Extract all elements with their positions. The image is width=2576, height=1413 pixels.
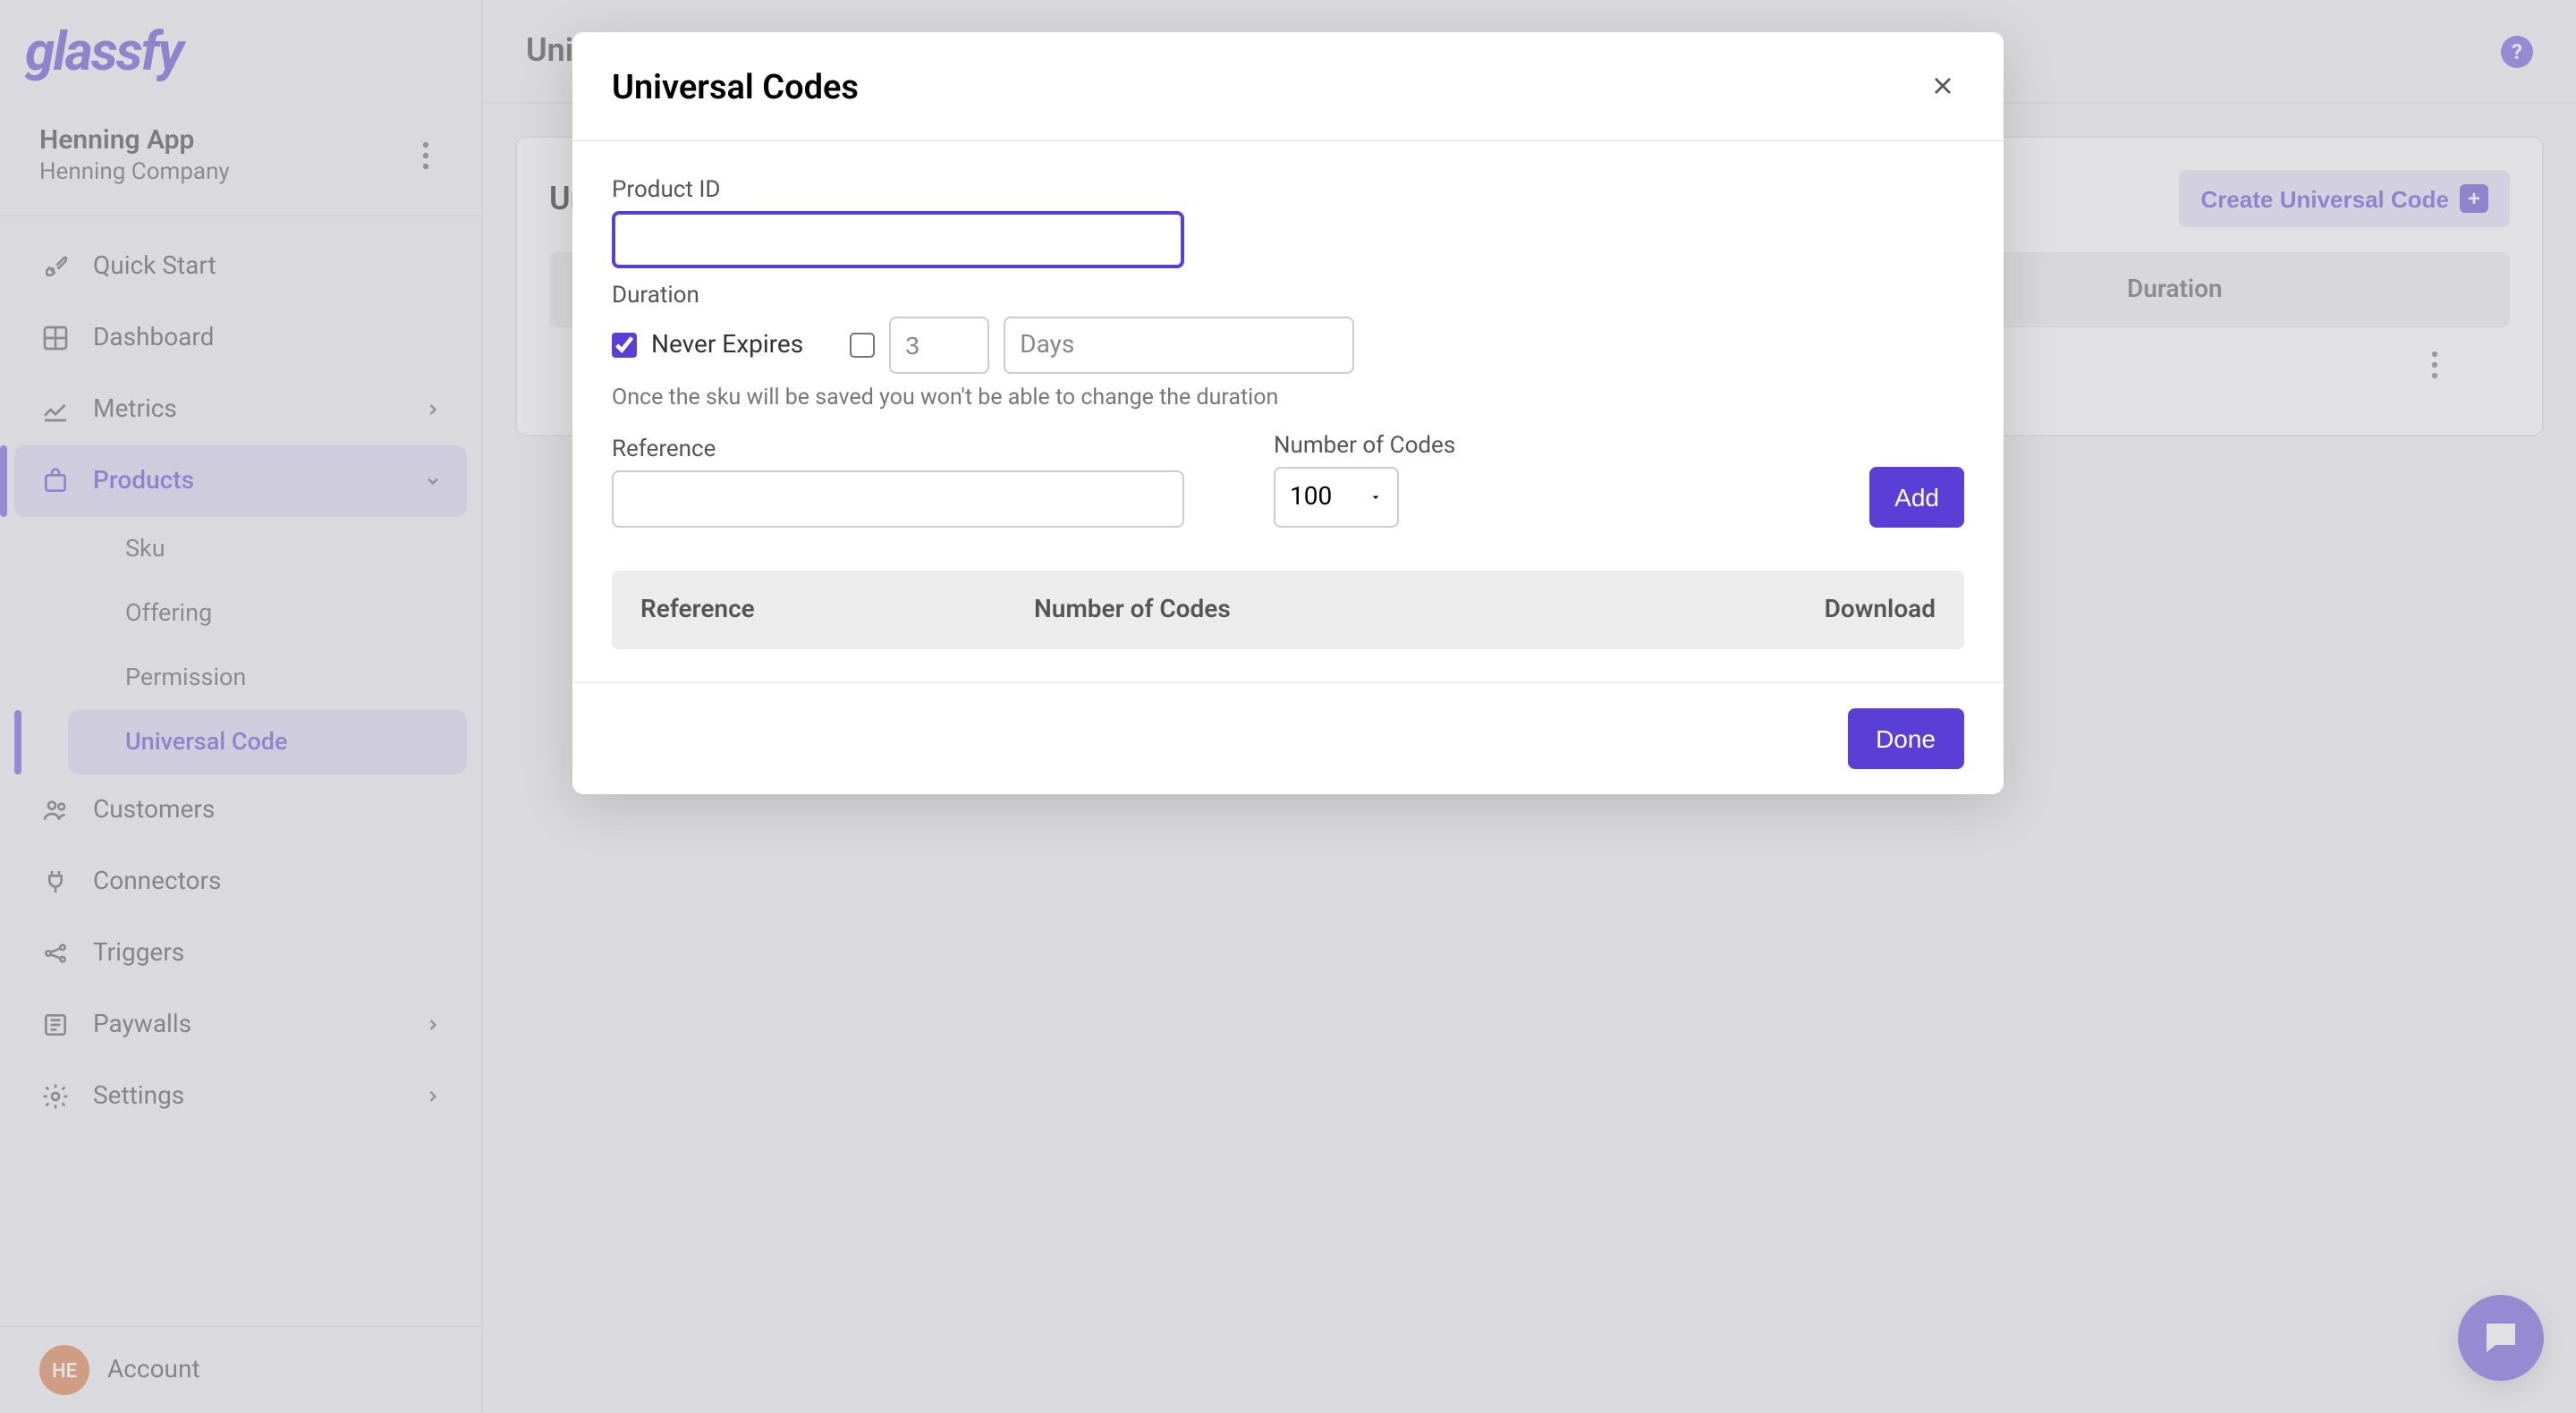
close-button[interactable] xyxy=(1921,64,1964,107)
modal-overlay: Universal Codes Product ID Duration Neve… xyxy=(0,0,2576,1413)
never-expires-label: Never Expires xyxy=(651,331,803,360)
duration-label: Duration xyxy=(612,283,1964,309)
duration-unit-value: Days xyxy=(1020,331,1074,360)
add-button[interactable]: Add xyxy=(1869,467,1964,528)
reference-input[interactable] xyxy=(612,470,1184,528)
number-of-codes-select[interactable]: 100 xyxy=(1274,467,1399,528)
never-expires-checkbox[interactable] xyxy=(612,333,637,358)
product-id-label: Product ID xyxy=(612,177,1964,204)
generated-codes-header: Reference Number of Codes Download xyxy=(612,571,1964,649)
modal-title: Universal Codes xyxy=(612,65,859,106)
product-id-input[interactable] xyxy=(612,211,1184,268)
number-of-codes-label: Number of Codes xyxy=(1274,433,1455,460)
reference-label: Reference xyxy=(612,436,1184,463)
duration-value-input[interactable] xyxy=(889,317,989,374)
col-header-number: Number of Codes xyxy=(1034,596,1578,624)
universal-codes-modal: Universal Codes Product ID Duration Neve… xyxy=(572,32,2004,794)
duration-unit-select[interactable]: Days xyxy=(1004,317,1354,374)
col-header-download: Download xyxy=(1578,596,1936,624)
duration-hint: Once the sku will be saved you won't be … xyxy=(612,385,1964,411)
caret-down-icon xyxy=(1368,490,1383,504)
done-button[interactable]: Done xyxy=(1847,708,1964,769)
number-of-codes-value: 100 xyxy=(1290,483,1332,512)
col-header-reference: Reference xyxy=(640,596,1034,624)
custom-duration-checkbox[interactable] xyxy=(850,333,875,358)
